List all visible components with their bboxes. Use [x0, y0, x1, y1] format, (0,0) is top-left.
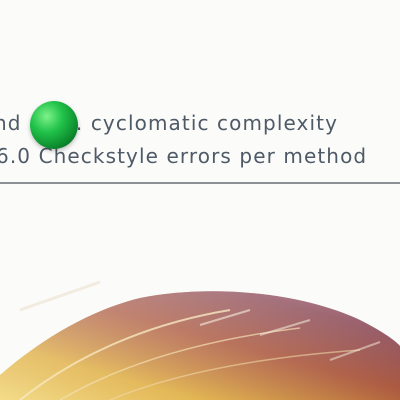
document-page: nd max. cyclomatic complexity 6.0 Checks… [0, 0, 400, 400]
feather-graphic [0, 280, 400, 400]
horizontal-divider [0, 182, 400, 184]
green-ball-icon [30, 101, 78, 149]
